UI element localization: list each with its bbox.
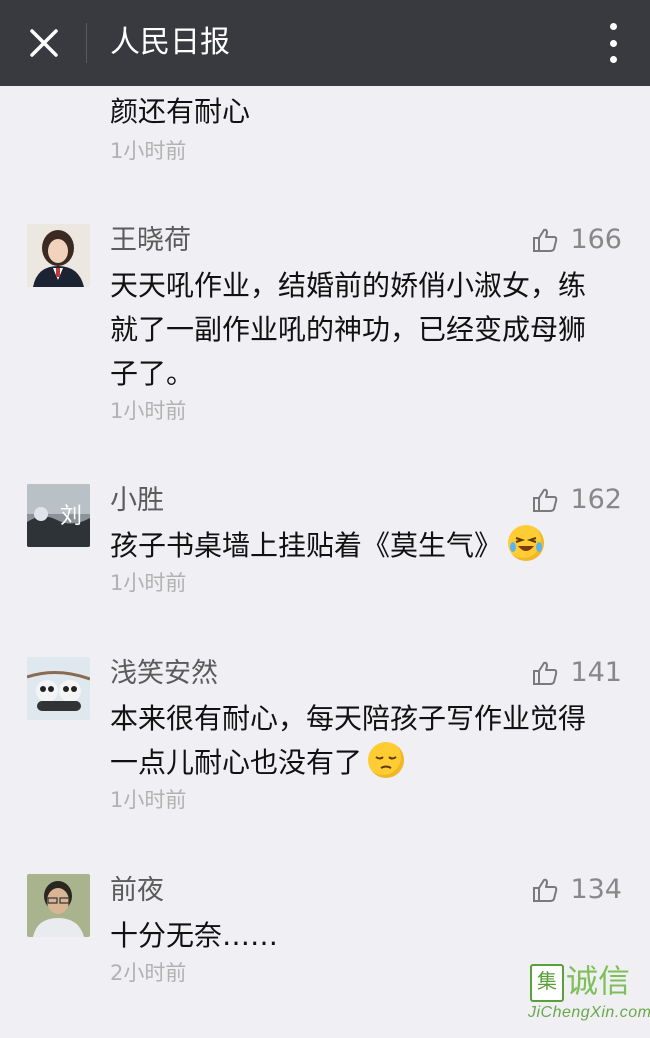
- pensive-emoji: [368, 742, 405, 778]
- thumbs-up-icon: [533, 661, 558, 685]
- comment-text: 一点儿耐心也没有了: [110, 741, 405, 785]
- page-title: 人民日报: [110, 25, 230, 60]
- comment-text-line: 子了。: [110, 357, 195, 390]
- comment-time: 1小时前: [110, 788, 187, 812]
- comment-time: 2小时前: [110, 961, 187, 985]
- comment-time: 1小时前: [110, 399, 187, 423]
- comment-author[interactable]: 王晓荷: [110, 224, 191, 258]
- more-options-button[interactable]: [596, 23, 630, 63]
- crying-laughing-emoji: [508, 525, 545, 561]
- like-button[interactable]: 141: [532, 657, 622, 688]
- close-icon: [30, 29, 58, 57]
- avatar[interactable]: [27, 874, 90, 937]
- comment-text: 孩子书桌墙上挂贴着《莫生气》: [110, 524, 545, 568]
- watermark: 集 诚信 JiChengXin.com: [528, 962, 650, 1028]
- avatar[interactable]: [27, 224, 90, 287]
- like-button[interactable]: 162: [532, 484, 622, 515]
- like-button[interactable]: 134: [532, 874, 622, 905]
- comment-item: 浅笑安然 141 本来很有耐心，每天陪孩子写作业觉得 一点儿耐心也没有了 1小时…: [0, 655, 650, 825]
- like-count: 162: [570, 484, 622, 515]
- comment-author[interactable]: 浅笑安然: [110, 657, 218, 691]
- watermark-url: JiChengXin.com: [528, 1004, 650, 1021]
- thumbs-up-icon: [533, 488, 558, 512]
- like-count: 134: [570, 874, 622, 905]
- close-button[interactable]: [22, 21, 66, 65]
- comment-item: 刘 小胜 162 孩子书桌墙上挂贴着《莫生气》 1小时前: [0, 482, 650, 612]
- watermark-logo: 集: [530, 964, 564, 1002]
- comment-text-line: 就了一副作业吼的神功，已经变成母狮: [110, 313, 587, 346]
- avatar-text: 刘: [60, 504, 83, 529]
- comment-text-line: 十分无奈……: [110, 919, 279, 952]
- avatar[interactable]: [27, 657, 90, 720]
- comment-text: 颜还有耐心: [110, 95, 251, 128]
- like-button[interactable]: 166: [532, 224, 622, 255]
- comment-item: 颜还有耐心 1小时前: [0, 86, 650, 196]
- thumbs-up-icon: [533, 228, 558, 252]
- comment-item: 王晓荷 166 天天吼作业，结婚前的娇俏小淑女，练 就了一副作业吼的神功，已经变…: [0, 222, 650, 442]
- comment-text-line: 一点儿耐心也没有了: [110, 746, 363, 779]
- comment-text-line: 本来很有耐心，每天陪孩子写作业觉得: [110, 702, 587, 735]
- comment-author[interactable]: 小胜: [110, 484, 164, 518]
- top-bar: 人民日报: [0, 0, 650, 86]
- comment-text-line: 孩子书桌墙上挂贴着《莫生气》: [110, 529, 503, 562]
- watermark-text: 诚信: [566, 962, 631, 1000]
- comment-author[interactable]: 前夜: [110, 874, 164, 908]
- like-count: 141: [570, 657, 622, 688]
- comment-time: 1小时前: [110, 571, 187, 595]
- more-vertical-icon: [609, 23, 617, 30]
- thumbs-up-icon: [533, 878, 558, 902]
- avatar[interactable]: 刘: [27, 484, 90, 547]
- comment-time: 1小时前: [110, 139, 187, 163]
- comment-text-line: 天天吼作业，结婚前的娇俏小淑女，练: [110, 269, 587, 302]
- like-count: 166: [570, 224, 622, 255]
- topbar-divider: [86, 23, 87, 63]
